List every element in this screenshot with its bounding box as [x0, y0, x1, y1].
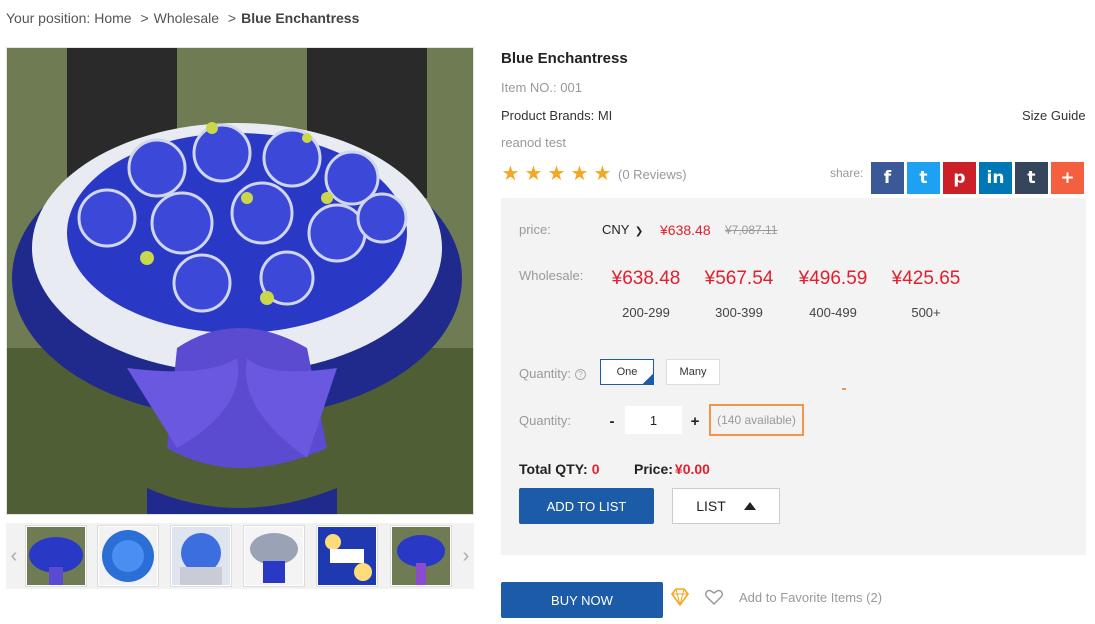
quantity-mode-text: Quantity:	[519, 366, 572, 381]
tier-price: ¥567.54	[704, 268, 774, 289]
product-brand: Product Brands: MI	[501, 108, 613, 123]
star-icon: ★	[570, 163, 589, 185]
diamond-icon[interactable]	[670, 588, 690, 609]
total-qty-value: 0	[591, 461, 600, 477]
total-qty-label: Total QTY:	[519, 461, 588, 477]
currency-select[interactable]: CNY ❯	[602, 222, 643, 237]
rating-stars: ★ ★ ★ ★ ★	[500, 164, 613, 185]
pinterest-icon[interactable]: p	[943, 162, 976, 194]
tier-range: 400-499	[809, 305, 857, 320]
star-icon: ★	[501, 163, 520, 185]
tier-price: ¥425.65	[891, 268, 961, 289]
quantity-mode-one-label: One	[616, 366, 638, 378]
thumbnail-next-icon[interactable]: ›	[458, 523, 474, 589]
total-qty: Total QTY: 0	[519, 461, 600, 477]
chevron-down-icon: ❯	[634, 226, 644, 237]
currency-value: CNY	[602, 222, 630, 237]
thumbnail-4[interactable]	[243, 525, 305, 587]
wholesale-label: Wholesale:	[519, 268, 584, 283]
thumbnail-2[interactable]	[97, 525, 159, 587]
twitter-icon[interactable]: t	[907, 162, 940, 194]
list-toggle-button[interactable]: LIST	[672, 488, 780, 524]
tier-range: 200-299	[622, 305, 670, 320]
total-price-label: Price:	[634, 461, 673, 477]
thumbnail-3[interactable]	[170, 525, 232, 587]
breadcrumb-home-link[interactable]: Home	[94, 10, 131, 26]
wholesale-tier: ¥496.59 400-499	[793, 268, 873, 320]
breadcrumb-current: Blue Enchantress	[241, 10, 360, 26]
breadcrumb-separator: >	[227, 10, 237, 26]
quantity-mode-many-button[interactable]: Many	[666, 359, 720, 385]
product-title: Blue Enchantress	[501, 50, 628, 67]
star-icon: ★	[593, 163, 612, 185]
list-label: LIST	[696, 498, 726, 514]
more-share-icon[interactable]: +	[1051, 162, 1084, 194]
tier-price: ¥638.48	[611, 268, 681, 289]
thumbnail-5[interactable]	[316, 525, 378, 587]
quantity-increase-button[interactable]: +	[683, 408, 707, 434]
total-price-value: ¥0.00	[674, 461, 710, 477]
wholesale-tier: ¥638.48 200-299	[606, 268, 686, 320]
thumbnail-6[interactable]	[390, 525, 452, 587]
breadcrumb-wholesale-link[interactable]: Wholesale	[154, 10, 219, 26]
quantity-mode-many-label: Many	[679, 366, 707, 378]
quantity-decrease-button[interactable]: -	[600, 408, 624, 434]
heart-icon[interactable]	[705, 589, 723, 608]
thumbnail-prev-icon[interactable]: ‹	[6, 523, 22, 589]
share-label: share:	[830, 166, 864, 180]
help-icon[interactable]: ?	[575, 369, 587, 381]
size-guide-link[interactable]: Size Guide	[1022, 108, 1086, 123]
facebook-icon[interactable]: f	[871, 162, 904, 194]
quantity-mode-label: Quantity:?	[519, 366, 587, 381]
wholesale-tier: ¥425.65 500+	[886, 268, 966, 320]
breadcrumb-separator: >	[140, 10, 149, 26]
tier-price: ¥496.59	[798, 268, 868, 289]
quantity-input[interactable]	[625, 406, 682, 434]
purchase-panel: price: CNY ❯ ¥638.48 ¥7,087.11 Wholesale…	[501, 198, 1086, 555]
price-label: price:	[519, 222, 551, 237]
available-stock: (140 available)	[709, 404, 804, 436]
linkedin-icon[interactable]: in	[979, 162, 1012, 194]
reviews-link[interactable]: (0 Reviews)	[618, 167, 687, 182]
add-to-list-button[interactable]: ADD TO LIST	[519, 488, 654, 524]
total-price: Price: ¥0.00	[634, 461, 710, 477]
current-price: ¥638.48	[660, 222, 711, 238]
item-number: Item NO.: 001	[501, 80, 582, 95]
tier-range: 500+	[911, 305, 941, 320]
triangle-up-icon	[743, 502, 756, 510]
star-icon: ★	[547, 163, 566, 185]
wholesale-tier: ¥567.54 300-399	[699, 268, 779, 320]
tumblr-icon[interactable]: t	[1015, 162, 1048, 194]
original-price: ¥7,087.11	[725, 223, 778, 237]
star-icon: ★	[524, 163, 543, 185]
marker-dot	[842, 388, 846, 390]
quantity-mode-one-button[interactable]: One	[600, 359, 654, 385]
tier-range: 300-399	[715, 305, 763, 320]
thumbnail-1[interactable]	[25, 525, 87, 587]
breadcrumb-prefix: Your position:	[6, 10, 91, 26]
product-description: reanod test	[501, 135, 567, 150]
buy-now-button[interactable]: BUY NOW	[501, 582, 663, 618]
check-icon	[642, 373, 654, 385]
product-main-image[interactable]	[6, 47, 474, 515]
quantity-label: Quantity:	[519, 413, 572, 428]
thumbnail-strip: ‹ ›	[6, 523, 474, 589]
add-to-favorites-link[interactable]: Add to Favorite Items (2)	[739, 590, 882, 605]
breadcrumb: Your position: Home > Wholesale > Blue Enc…	[6, 10, 359, 26]
